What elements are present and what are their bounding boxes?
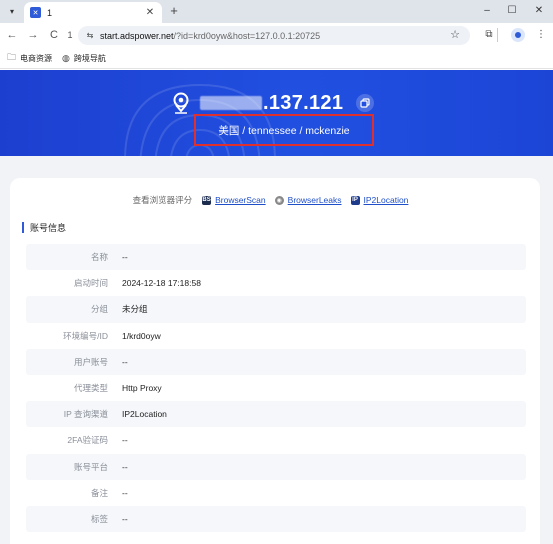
ip-masked-segment (200, 96, 262, 110)
row-label: IP 查询渠道 (63, 409, 108, 420)
browserleaks-icon: ◉ (274, 195, 284, 205)
row-value: 未分组 (122, 304, 148, 315)
info-row-env-id: 环境编号/ID 1/krd0oyw (26, 323, 526, 349)
row-label: 用户账号 (73, 356, 108, 367)
tab-title: 1 (47, 7, 53, 18)
site-info-tune-icon[interactable]: ⇆ (84, 30, 96, 42)
minimize-icon[interactable]: – (478, 3, 496, 19)
row-label: 名称 (90, 252, 108, 263)
address-bar[interactable]: ⇆ start.adspower.net/?id=krd0oyw&host=12… (78, 26, 470, 45)
copy-icon (360, 98, 370, 108)
info-row-remark: 备注 -- (26, 480, 526, 506)
tab-count-indicator[interactable]: 1 (63, 28, 77, 42)
row-value: -- (122, 461, 128, 472)
ip2location-icon: IP (350, 195, 360, 205)
row-label: 备注 (90, 487, 108, 498)
bookmark-label: 跨境导航 (73, 53, 106, 63)
info-row-name: 名称 -- (26, 244, 526, 271)
kebab-menu-icon[interactable]: ⋮ (534, 28, 548, 42)
adspower-favicon-icon: ✕ (30, 7, 41, 18)
folder-icon: 🗀 (7, 52, 17, 62)
row-label: 标签 (90, 513, 108, 524)
row-label: 环境编号/ID (63, 330, 108, 341)
section-title-text: 账号信息 (30, 223, 67, 233)
maximize-icon[interactable]: ☐ (503, 3, 521, 19)
browserscan-icon: BS (202, 195, 212, 205)
tab-strip: ▾ ✕ 1 ✕ + – ☐ ✕ (0, 0, 553, 23)
toolbar-divider (497, 28, 503, 42)
row-value: IP2Location (122, 409, 167, 420)
account-info-card: 查看浏览器评分 BS BrowserScan ◉ BrowserLeaks IP… (10, 178, 540, 544)
back-arrow-icon[interactable]: ← (5, 28, 19, 42)
url-text: start.adspower.net/?id=krd0oyw&host=127.… (100, 31, 320, 41)
account-info-list: 名称 -- 启动时间 2024-12-18 17:18:58 分组 未分组 环境编号/… (26, 244, 526, 533)
ip-hero-banner: .137.121 美国 / tennessee / mckenzie (0, 70, 553, 156)
bookmark-ecommerce[interactable]: 🗀 电商资源 (7, 50, 52, 66)
reload-icon[interactable]: C (47, 28, 61, 42)
row-label: 2FA验证码 (67, 435, 108, 446)
browserscan-link[interactable]: BS BrowserScan (202, 195, 266, 205)
ip2location-link[interactable]: IP IP2Location (350, 195, 409, 205)
location-highlight-box: 美国 / tennessee / mckenzie (194, 114, 374, 146)
row-label: 启动时间 (73, 278, 108, 289)
row-value: -- (122, 513, 128, 524)
profile-avatar-icon[interactable] (511, 28, 525, 42)
browser-tab[interactable]: ✕ 1 ✕ (24, 2, 162, 23)
ip-address-text: .137.121 (263, 91, 344, 114)
bookmark-cross-border-nav[interactable]: ◍ 跨境导航 (62, 53, 106, 64)
info-row-2fa-code: 2FA验证码 -- (26, 427, 526, 453)
ip2location-link-text: IP2Location (363, 195, 409, 205)
row-value: 2024-12-18 17:18:58 (122, 278, 201, 289)
close-window-icon[interactable]: ✕ (530, 3, 548, 19)
tab-search-chevron-icon[interactable]: ▾ (4, 4, 20, 19)
browser-score-label: 查看浏览器评分 (132, 195, 193, 205)
row-label: 账号平台 (73, 461, 108, 472)
bookmarks-bar: 🗀 电商资源 ◍ 跨境导航 (0, 48, 553, 69)
ip-location-text: 美国 / tennessee / mckenzie (218, 124, 350, 137)
globe-icon: ◍ (62, 52, 70, 63)
row-value: Http Proxy (122, 383, 162, 394)
row-value: -- (122, 356, 128, 367)
section-title: 账号信息 (22, 221, 66, 234)
row-value: -- (122, 487, 128, 498)
info-row-ip-channel: IP 查询渠道 IP2Location (26, 401, 526, 428)
browserscan-link-text: BrowserScan (215, 195, 266, 205)
location-pin-icon (173, 92, 189, 114)
ip-address-row: .137.121 (172, 90, 375, 116)
row-value: -- (122, 435, 128, 446)
bookmark-star-icon[interactable]: ☆ (450, 28, 460, 41)
info-row-account-platform: 账号平台 -- (26, 453, 526, 480)
row-value: 1/krd0oyw (122, 330, 161, 341)
row-label: 分组 (90, 304, 108, 315)
url-path: /?id=krd0oyw&host=127.0.0.1:20725 (173, 30, 321, 41)
forward-arrow-icon[interactable]: → (26, 28, 40, 42)
row-value: -- (122, 252, 128, 263)
extensions-puzzle-icon[interactable]: ⧉ (482, 28, 496, 42)
info-row-tags: 标签 -- (26, 505, 526, 533)
info-row-group: 分组 未分组 (26, 296, 526, 323)
page-content: .137.121 美国 / tennessee / mckenzie 查看浏览器… (0, 70, 553, 544)
row-label: 代理类型 (73, 383, 108, 394)
info-row-launch-time: 启动时间 2024-12-18 17:18:58 (26, 270, 526, 296)
new-tab-plus-icon[interactable]: + (167, 3, 181, 19)
section-accent-bar (22, 222, 24, 233)
info-row-user-account: 用户账号 -- (26, 348, 526, 375)
close-tab-icon[interactable]: ✕ (144, 7, 156, 18)
browserleaks-link[interactable]: ◉ BrowserLeaks (274, 195, 342, 205)
info-row-proxy-type: 代理类型 Http Proxy (26, 375, 526, 401)
url-host: start.adspower.net (100, 30, 174, 41)
bookmark-label: 电商资源 (20, 53, 53, 63)
browser-toolbar: ← → C 1 ⇆ start.adspower.net/?id=krd0oyw… (0, 23, 553, 48)
copy-ip-button[interactable] (356, 94, 375, 112)
browserleaks-link-text: BrowserLeaks (287, 195, 342, 205)
browser-score-row: 查看浏览器评分 BS BrowserScan ◉ BrowserLeaks IP… (10, 194, 540, 206)
